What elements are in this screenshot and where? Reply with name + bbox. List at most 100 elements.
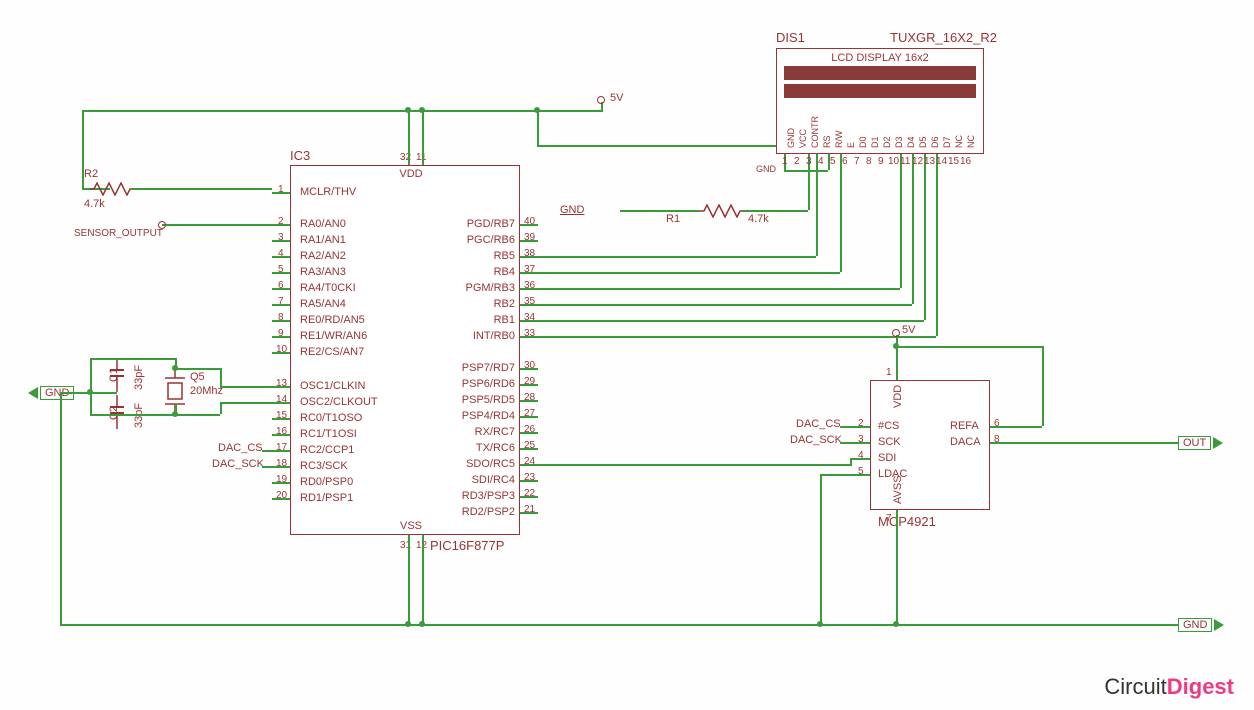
pin-rc0: RC0/T1OSO [300,412,362,424]
dac-ldac: LDAC [878,468,907,480]
dac-vdd: VDD [892,385,904,408]
pin-rb7: PGD/RB7 [455,218,515,230]
lcd-ref: DIS1 [776,30,805,45]
pin-rd4: PSP4/RD4 [455,410,515,422]
label-5v-top: 5V [610,92,623,104]
lcdpin-d6: D6 [930,136,940,148]
pin-rc4: SDI/RC4 [455,474,515,486]
sensor-label: SENSOR_OUTPUT [74,228,163,239]
lcdpin-d4: D4 [906,136,916,148]
lcdpin-d3: D3 [894,136,904,148]
pin-ra1: RA1/AN1 [300,234,346,246]
pin-rc1: RC1/T1OSI [300,428,357,440]
lcdn7: 7 [854,156,860,167]
lcdpin-d7: D7 [942,136,952,148]
pin-rc6: TX/RC6 [455,442,515,454]
pin-osc2: OSC2/CLKOUT [300,396,378,408]
pin-rd2: RD2/PSP2 [455,506,515,518]
lcdpin-d2: D2 [882,136,892,148]
dac-cs-label: DAC_CS [796,418,841,430]
lcd-part: TUXGR_16X2_R2 [890,30,997,45]
lcdpin-contr: CONTR [810,116,820,148]
r2-name: R2 [84,168,98,180]
schematic-canvas: { "power": { "v5": "5V" }, "netlabels": … [0,0,1254,710]
dac-refa: REFA [950,420,979,432]
pin-re1: RE1/WR/AN6 [300,330,367,342]
pin-osc1: OSC1/CLKIN [300,380,365,392]
q5-val: 20Mhz [190,385,223,397]
pin-rd0: RD0/PSP0 [300,476,353,488]
lcdn3: 3 [806,156,812,167]
ic3-ref: IC3 [290,148,310,163]
lcdn14: 14 [936,156,947,167]
pin-rb5: RB5 [455,250,515,262]
lcdn11: 11 [900,156,910,167]
lcdpin-nc1: NC [954,135,964,148]
pin-rc7: RX/RC7 [455,426,515,438]
lcdpin-gnd: GND [786,128,796,148]
lcdn1: 1 [782,156,788,167]
watermark: CircuitDigest [1104,674,1234,700]
lcdpin-vcc: VCC [798,129,808,148]
dac-daca: DACA [950,436,981,448]
dac-cs: #CS [878,420,899,432]
lcdn13: 13 [924,156,935,167]
c1-val: 33pF [133,365,145,390]
dacn1: 1 [886,367,892,378]
dac-sck-label: DAC_SCK [790,434,842,446]
lcdpin-e: E [846,142,856,148]
pin-rb1: RB1 [455,314,515,326]
lcd-title: LCD DISPLAY 16x2 [776,52,984,64]
pin-mclr: MCLR/THV [300,186,356,198]
pin-rb6: PGC/RB6 [455,234,515,246]
r1-name: R1 [666,213,680,225]
pin-ra3: RA3/AN3 [300,266,346,278]
pin-re2: RE2/CS/AN7 [300,346,364,358]
c2-name: C2 [108,406,120,420]
pin-ra0: RA0/AN0 [300,218,346,230]
dac-sdi: SDI [878,452,896,464]
dac-sck-left: DAC_SCK [212,458,264,470]
lcdn4: 4 [818,156,824,167]
pin-ra4: RA4/T0CKI [300,282,356,294]
pin-rd7: PSP7/RD7 [455,362,515,374]
pin-ra2: RA2/AN2 [300,250,346,262]
pin-ra5: RA5/AN4 [300,298,346,310]
pin-rb4: RB4 [455,266,515,278]
dacn7: 7 [886,513,892,524]
ic3-vss: VSS [400,520,422,532]
lcdn10: 10 [888,156,899,167]
lcdpin-rw: R/W [834,131,844,149]
pin-rc2: RC2/CCP1 [300,444,354,456]
lcdn15: 15 [948,156,959,167]
lcdn16: 16 [960,156,971,167]
pin-rd6: PSP6/RD6 [455,378,515,390]
lcdpin-rs: RS [822,135,832,148]
label-5v-dac: 5V [902,324,915,336]
lcdn2: 2 [794,156,800,167]
pin-rd1: RD1/PSP1 [300,492,353,504]
pin-rb3: PGM/RB3 [455,282,515,294]
lcdn12: 12 [912,156,923,167]
lcd-gnd-small: GND [756,164,776,174]
lcdn9: 9 [878,156,884,167]
dac-sck: SCK [878,436,901,448]
ic3-vdd: VDD [399,168,422,180]
lcdpin-d0: D0 [858,136,868,148]
c1-name: C1 [108,368,120,382]
gnd-r1: GND [560,204,584,216]
pin-rc3: RC3/SCK [300,460,348,472]
lcdn5: 5 [830,156,836,167]
pin-rb2: RB2 [455,298,515,310]
gnd-flag-right: GND [1178,618,1224,632]
lcdpin-nc2: NC [966,135,976,148]
out-flag: OUT [1178,436,1223,450]
sensor-terminal [158,221,166,229]
pin-rd5: PSP5/RD5 [455,394,515,406]
dac-cs-left: DAC_CS [218,442,263,454]
r2-val: 4.7k [84,198,105,210]
q5-name: Q5 [190,371,205,383]
pin-re0: RE0/RD/AN5 [300,314,365,326]
lcd-row1 [784,66,976,80]
lcdpin-d5: D5 [918,136,928,148]
